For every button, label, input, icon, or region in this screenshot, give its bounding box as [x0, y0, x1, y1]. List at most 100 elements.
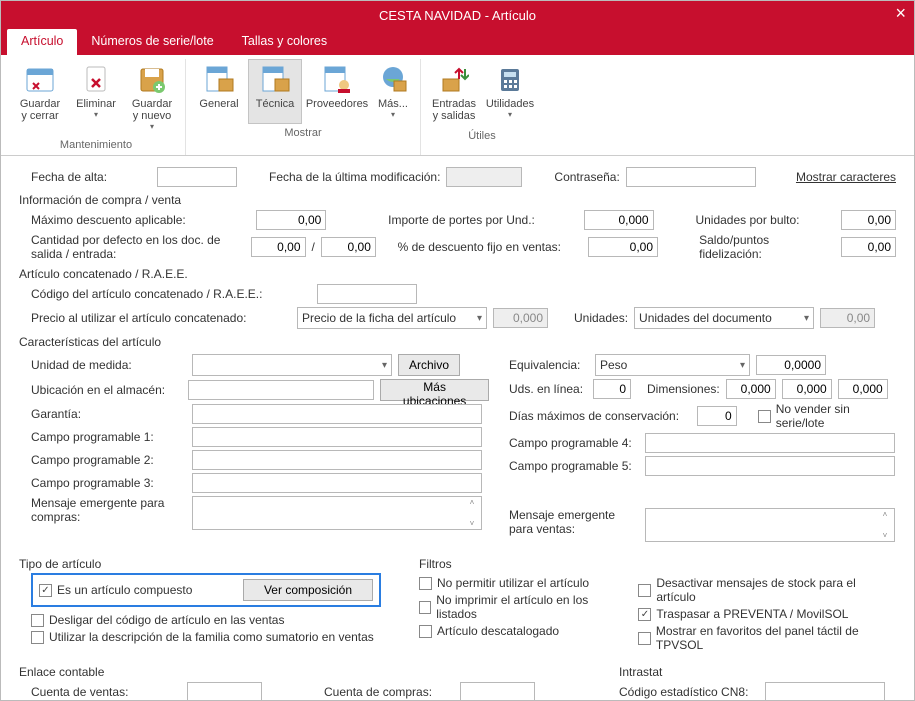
tab-articulo[interactable]: Artículo — [7, 29, 77, 55]
equiv-val-input[interactable] — [756, 355, 826, 375]
no-imprimir-checkbox[interactable]: No imprimir el artículo en los listados — [419, 593, 618, 621]
desligar-checkbox[interactable]: Desligar del código de artículo en las v… — [31, 613, 284, 627]
label: Proveedores — [306, 98, 368, 110]
compose-box: ✓Es un artículo compuesto Ver composició… — [31, 573, 381, 607]
entradas-salidas-button[interactable]: Entradas y salidas — [427, 59, 481, 127]
cp3-label: Campo programable 3: — [31, 476, 186, 490]
spinner-icon[interactable]: ˄˅ — [877, 510, 893, 540]
top-tabs: Artículo Números de serie/lote Tallas y … — [1, 29, 914, 55]
cp2-input[interactable] — [192, 450, 482, 470]
max-desc-input[interactable] — [256, 210, 326, 230]
close-icon[interactable]: × — [895, 3, 906, 24]
label: Eliminar — [76, 98, 116, 110]
dim-label: Dimensiones: — [647, 382, 720, 396]
no-permitir-checkbox[interactable]: No permitir utilizar el artículo — [419, 576, 589, 590]
cp3-input[interactable] — [192, 473, 482, 493]
group-title: Mantenimiento — [60, 136, 132, 155]
label: General — [199, 98, 238, 110]
cuenta-ventas-input[interactable] — [187, 682, 262, 700]
contrasena-label: Contraseña: — [554, 170, 619, 184]
max-desc-label: Máximo descuento aplicable: — [31, 213, 250, 227]
ver-composicion-button[interactable]: Ver composición — [243, 579, 373, 601]
msg-compras-input[interactable]: ˄˅ — [192, 496, 482, 530]
cp1-input[interactable] — [192, 427, 482, 447]
descatalogado-checkbox[interactable]: Artículo descatalogado — [419, 624, 559, 638]
label: Entradas y salidas — [432, 98, 476, 122]
fecha-alta-input[interactable] — [157, 167, 237, 187]
group-title: Útiles — [468, 127, 496, 146]
contrasena-input[interactable] — [626, 167, 756, 187]
garantia-input[interactable] — [192, 404, 482, 424]
mostrar-caracteres-link[interactable]: Mostrar caracteres — [796, 170, 896, 184]
msg-ventas-label: Mensaje emergente para ventas: — [509, 508, 639, 536]
save-close-icon — [24, 64, 56, 96]
tab-series[interactable]: Números de serie/lote — [77, 29, 227, 55]
msg-ventas-input[interactable]: ˄˅ — [645, 508, 895, 542]
cp5-input[interactable] — [645, 456, 895, 476]
ubic-input[interactable] — [188, 380, 375, 400]
precio-concat-val — [493, 308, 548, 328]
desactivar-stock-checkbox[interactable]: Desactivar mensajes de stock para el art… — [638, 576, 896, 604]
codigo-concat-input[interactable] — [317, 284, 417, 304]
section-carac: Características del artículo — [19, 335, 896, 349]
no-vender-checkbox[interactable]: No vender sin serie/lote — [758, 402, 896, 430]
general-icon — [203, 64, 235, 96]
saldo-input[interactable] — [841, 237, 896, 257]
compuesto-checkbox[interactable]: ✓Es un artículo compuesto — [39, 583, 192, 597]
unidad-label: Unidad de medida: — [31, 358, 186, 372]
guardar-nuevo-button[interactable]: Guardar y nuevo ▾ — [125, 59, 179, 136]
dim1-input[interactable] — [726, 379, 776, 399]
utilidades-button[interactable]: Utilidades ▾ — [483, 59, 537, 127]
proveedores-button[interactable]: Proveedores — [304, 59, 370, 124]
equiv-label: Equivalencia: — [509, 358, 589, 372]
dropdown-arrow-icon: ▾ — [150, 122, 154, 131]
cant-def-out-input[interactable] — [251, 237, 306, 257]
saldo-label: Saldo/puntos fidelización: — [699, 233, 835, 261]
label: Técnica — [256, 98, 295, 110]
dim2-input[interactable] — [782, 379, 832, 399]
desc-fijo-input[interactable] — [588, 237, 658, 257]
titlebar: CESTA NAVIDAD - Artículo × — [1, 1, 914, 29]
general-button[interactable]: General — [192, 59, 246, 124]
uds-linea-input[interactable] — [593, 379, 631, 399]
tecnica-button[interactable]: Técnica — [248, 59, 302, 124]
cp2-label: Campo programable 2: — [31, 453, 186, 467]
window-title: CESTA NAVIDAD - Artículo — [379, 8, 536, 23]
eliminar-button[interactable]: Eliminar ▾ — [69, 59, 123, 136]
usar-desc-checkbox[interactable]: Utilizar la descripción de la familia co… — [31, 630, 374, 644]
proveedores-icon — [321, 64, 353, 96]
group-title: Mostrar — [284, 124, 321, 143]
tecnica-icon — [259, 64, 291, 96]
portes-input[interactable] — [584, 210, 654, 230]
spinner-icon[interactable]: ˄˅ — [464, 498, 480, 528]
entradas-salidas-icon — [438, 64, 470, 96]
cp4-input[interactable] — [645, 433, 895, 453]
favoritos-checkbox[interactable]: Mostrar en favoritos del panel táctil de… — [638, 624, 896, 652]
label: Más... — [378, 98, 408, 110]
utilidades-icon — [494, 64, 526, 96]
ribbon-group-utiles: Entradas y salidas Utilidades ▾ Útiles — [421, 59, 543, 155]
dim3-input[interactable] — [838, 379, 888, 399]
cn8-input[interactable] — [765, 682, 885, 700]
ribbon-group-mostrar: General Técnica Proveedores Más... ▾ Mos… — [186, 59, 421, 155]
unidades-concat-select[interactable]: Unidades del documento — [634, 307, 814, 329]
cp1-label: Campo programable 1: — [31, 430, 186, 444]
section-compra: Información de compra / venta — [19, 193, 896, 207]
mas-button[interactable]: Más... ▾ — [372, 59, 414, 124]
und-bulto-input[interactable] — [841, 210, 896, 230]
cuenta-compras-input[interactable] — [460, 682, 535, 700]
mas-ubicaciones-button[interactable]: Más ubicaciones — [380, 379, 489, 401]
delete-icon — [80, 64, 112, 96]
unidad-select[interactable] — [192, 354, 392, 376]
guardar-cerrar-button[interactable]: Guardar y cerrar — [13, 59, 67, 136]
cant-def-in-input[interactable] — [321, 237, 376, 257]
equiv-select[interactable]: Peso — [595, 354, 750, 376]
garantia-label: Garantía: — [31, 407, 186, 421]
tab-tallas[interactable]: Tallas y colores — [228, 29, 341, 55]
dias-input[interactable] — [697, 406, 737, 426]
traspasar-checkbox[interactable]: ✓Traspasar a PREVENTA / MovilSOL — [638, 607, 848, 621]
precio-concat-select[interactable]: Precio de la ficha del artículo — [297, 307, 487, 329]
section-enlace: Enlace contable — [19, 665, 599, 679]
archivo-button[interactable]: Archivo — [398, 354, 460, 376]
cn8-label: Código estadístico CN8: — [619, 685, 759, 699]
